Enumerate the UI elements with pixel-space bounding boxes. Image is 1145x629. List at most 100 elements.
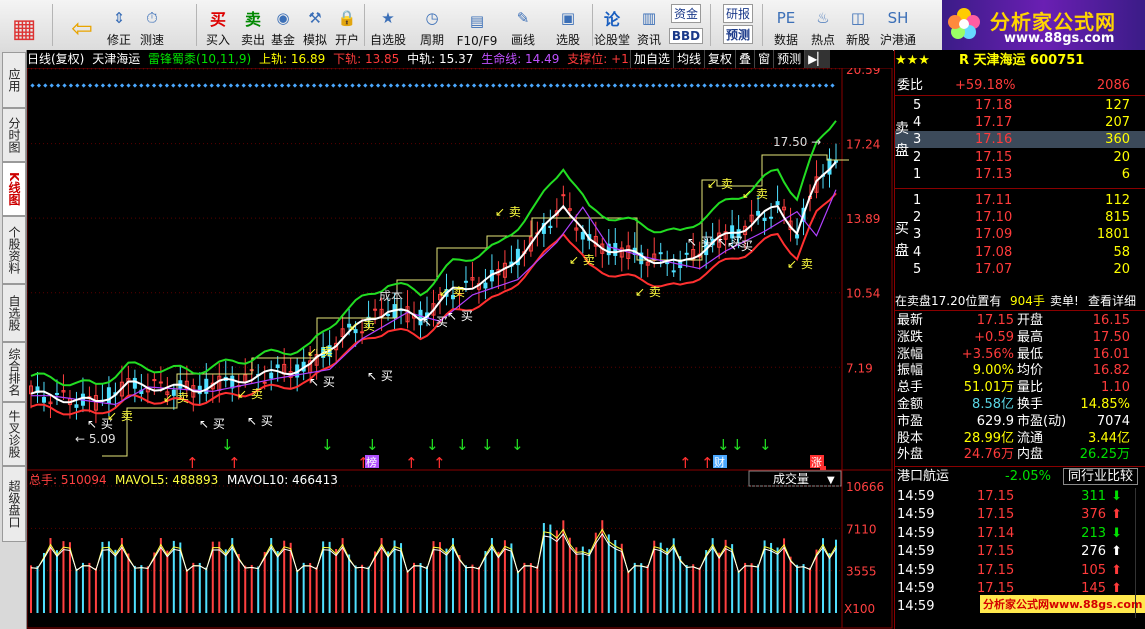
volume-bar: [789, 556, 792, 613]
toolbar-label-16[interactable]: BBD: [668, 28, 704, 44]
notice-action: 卖单!: [1050, 294, 1079, 308]
buy-price[interactable]: 17.08: [975, 244, 1012, 261]
indicator-name[interactable]: 雷锋蜀黍(10,11,9): [148, 52, 251, 66]
industry-compare-tab[interactable]: 同行业比较: [1062, 468, 1138, 485]
toolbar-button-1[interactable]: ⇦: [64, 2, 100, 48]
volume-bar: [263, 551, 266, 613]
volume-bar: [718, 552, 721, 613]
toolbar-button-18[interactable]: PE 数据: [769, 2, 803, 48]
chart-button-5[interactable]: 预测: [773, 50, 804, 68]
toolbar-button-8[interactable]: 🔒 开户: [332, 2, 362, 48]
chart-button-3[interactable]: 叠: [735, 50, 754, 68]
left-tab-3[interactable]: 个股资料: [2, 216, 26, 284]
chart-scroll-arrow-icon[interactable]: ▶▏: [804, 50, 830, 68]
toolbar-button-21[interactable]: SH 沪港通: [878, 2, 918, 48]
candle-body: [269, 372, 274, 379]
buy-glyph-icon: 买: [209, 10, 226, 29]
toolbar-button-4[interactable]: 买买入: [203, 2, 233, 48]
left-tab-5[interactable]: 综合排名: [2, 342, 26, 402]
toolbar-label-2: 修正: [106, 33, 131, 47]
chart-button-1[interactable]: 均线: [673, 50, 704, 68]
toolbar-button-16[interactable]: 资金 BBD: [668, 2, 704, 48]
toolbar-top-label-16[interactable]: 资金: [670, 4, 701, 23]
signal-dot: [183, 83, 189, 88]
toolbar-button-5[interactable]: 卖卖出: [238, 2, 268, 48]
toolbar-button-11[interactable]: ▤ F10/F9: [455, 2, 499, 48]
volume-tick-1: 7110: [846, 522, 877, 536]
volume-bar: [413, 562, 416, 613]
volume-bar: [776, 547, 779, 613]
buy-signal-2: ↖ 买: [247, 414, 273, 428]
left-tab-6[interactable]: 牛叉诊股: [2, 402, 26, 466]
toolbar-button-19[interactable]: ♨ 热点: [808, 2, 838, 48]
volume-bar: [497, 551, 500, 613]
toolbar-label-17[interactable]: 预测: [722, 25, 753, 44]
buy-price[interactable]: 17.10: [975, 209, 1012, 226]
signal-dot: [439, 83, 445, 88]
mid-rail: 中轨: 15.37: [407, 52, 474, 66]
toolbar-button-2[interactable]: ⇕ 修正: [104, 2, 134, 48]
sell-signal-5: ↙ 卖: [439, 285, 465, 299]
volume-bar: [257, 566, 260, 613]
toolbar-button-6[interactable]: ◉ 基金: [268, 2, 298, 48]
notice-detail-link[interactable]: 查看详细: [1088, 293, 1136, 310]
toolbar-button-12[interactable]: ✎ 画线: [503, 2, 543, 48]
toolbar-button-14[interactable]: 论论股堂: [593, 2, 631, 48]
stat-label: 涨幅: [897, 346, 924, 362]
left-tab-0[interactable]: 应用: [2, 52, 26, 108]
toolbar-button-13[interactable]: ▣ 选股: [547, 2, 589, 48]
tick-volume: 276: [1081, 544, 1106, 560]
left-tab-2[interactable]: K线图: [2, 162, 26, 216]
buy-price[interactable]: 17.07: [975, 261, 1012, 278]
toolbar-button-15[interactable]: ▥ 资讯: [634, 2, 664, 48]
chart-button-2[interactable]: 复权: [704, 50, 735, 68]
buy-price[interactable]: 17.11: [975, 192, 1012, 209]
left-tab-1[interactable]: 分时图: [2, 108, 26, 162]
buy-level: 5: [913, 261, 922, 277]
volume-bar: [127, 553, 130, 613]
volume-bar: [685, 564, 688, 613]
quote-title: R 天津海运 600751: [959, 53, 1085, 68]
tick-scrollbar[interactable]: [1135, 488, 1144, 618]
chart-button-4[interactable]: 窗: [754, 50, 773, 68]
buy-price[interactable]: 17.09: [975, 226, 1012, 243]
volume-bar: [374, 551, 377, 613]
kline-chart[interactable]: 20.59 17.24 13.89 10.54 7.19 17.50 → ← 5.09 成本 ↖…: [27, 68, 893, 629]
volume-bar: [185, 569, 188, 613]
sell-price[interactable]: 17.17: [975, 114, 1012, 131]
price-tick-2: 13.89: [846, 212, 880, 226]
candle-body: [762, 217, 767, 221]
volume-mavol10: MAVOL10: 466413: [227, 473, 338, 487]
volume-bar: [588, 549, 591, 613]
period-label[interactable]: 日线(复权): [27, 52, 84, 66]
volume-bar: [348, 554, 351, 613]
stat-value: 17.15: [976, 313, 1014, 328]
toolbar-button-3[interactable]: ⏱ 测速: [137, 2, 167, 48]
toolbar-button-0[interactable]: ▦: [6, 2, 42, 48]
signal-dot: [446, 83, 451, 88]
chart-button-0[interactable]: 加自选: [630, 50, 673, 68]
sector-name[interactable]: 港口航运: [897, 468, 949, 485]
signal-dot: [670, 83, 675, 88]
sell-price[interactable]: 17.18: [975, 97, 1012, 114]
signal-dot: [798, 83, 803, 88]
signal-dot: [235, 83, 240, 88]
toolbar-button-10[interactable]: ◷ 周期: [413, 2, 451, 48]
signal-dot: [407, 83, 413, 88]
volume-bar: [42, 552, 45, 613]
volume-mavol5: MAVOL5: 488893: [115, 473, 218, 487]
left-tab-7[interactable]: 超级盘口: [2, 466, 26, 542]
buy-level-row: 3 17.09 1801: [895, 226, 1145, 243]
toolbar-top-label-17[interactable]: 研报: [722, 4, 753, 23]
sell-price[interactable]: 17.16: [975, 131, 1012, 148]
candle-body: [665, 262, 670, 265]
sell-price[interactable]: 17.13: [975, 166, 1012, 183]
toolbar-button-7[interactable]: ⚒ 模拟: [300, 2, 330, 48]
toolbar-button-20[interactable]: ◫ 新股: [843, 2, 873, 48]
toolbar-label-9: 自选股: [369, 33, 406, 47]
toolbar-button-17[interactable]: 研报 预测: [718, 2, 758, 48]
candle-body: [580, 231, 585, 240]
left-tab-4[interactable]: 自选股: [2, 284, 26, 342]
sell-price[interactable]: 17.15: [975, 149, 1012, 166]
toolbar-button-9[interactable]: ★ 自选股: [367, 2, 409, 48]
